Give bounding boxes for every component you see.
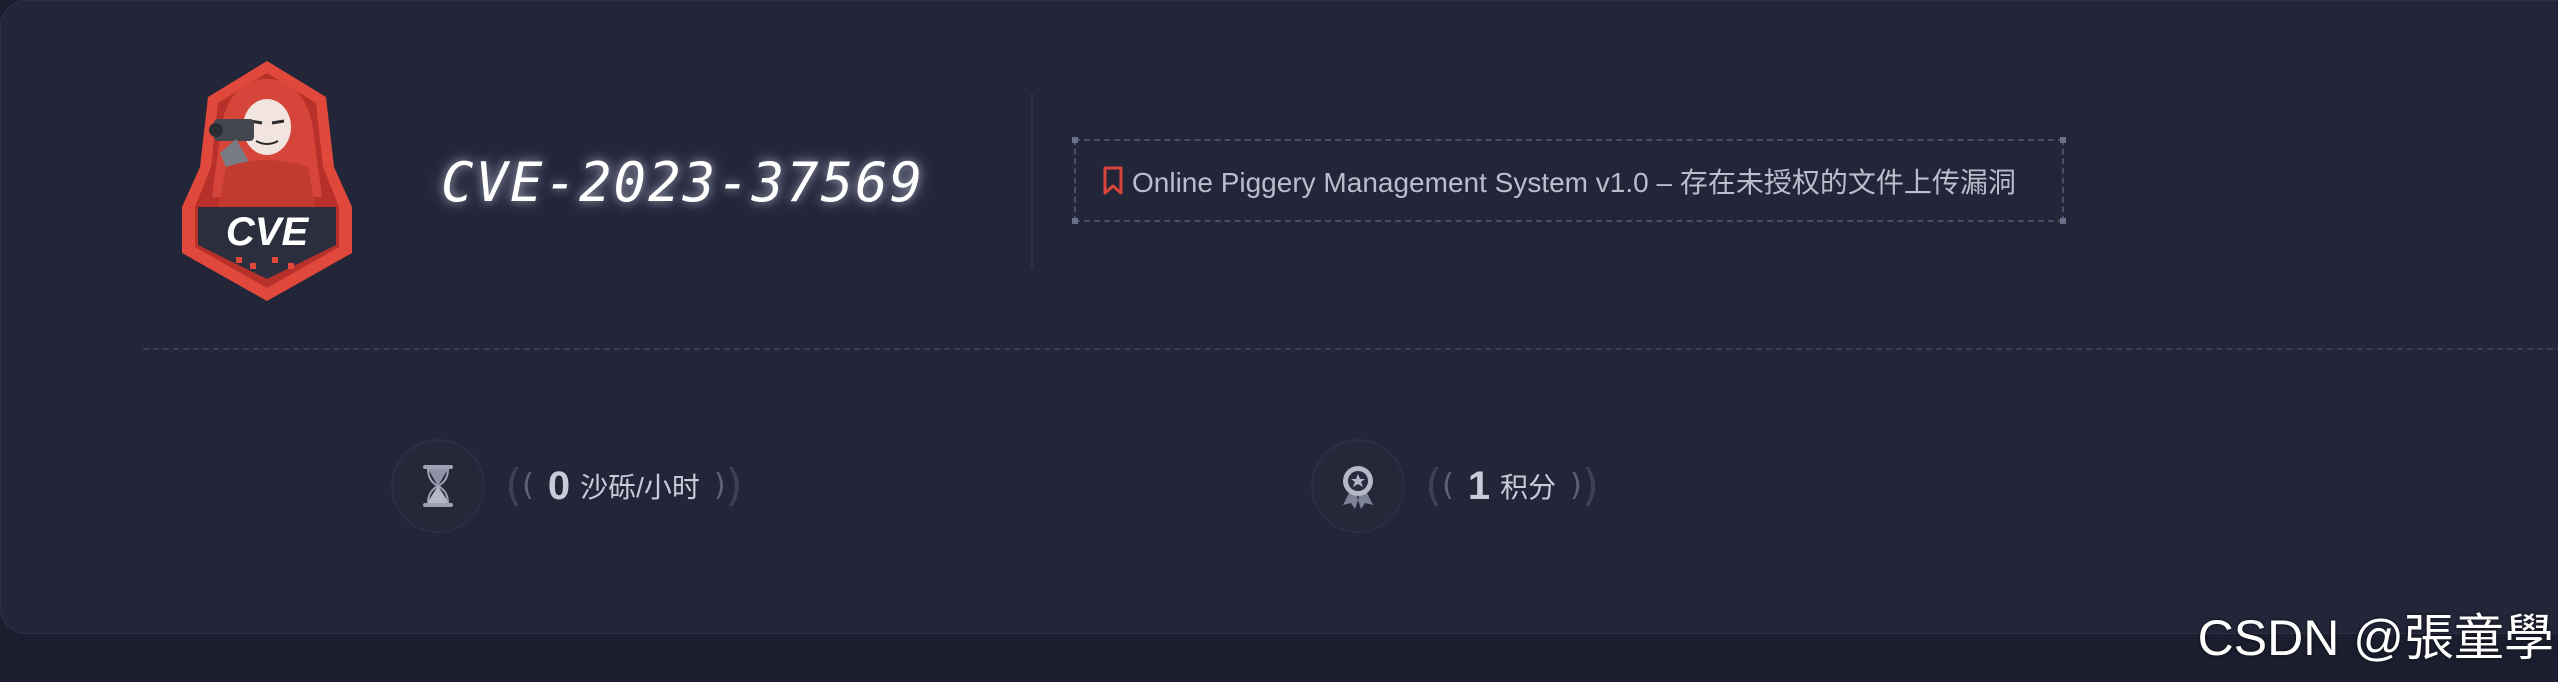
points-unit: 积分	[1500, 472, 1557, 503]
points-value: 1	[1467, 463, 1491, 508]
corner-marker	[1072, 218, 1078, 224]
bracket-open-inner: (	[1442, 468, 1454, 503]
bracket-open: (	[505, 460, 523, 511]
logo-text: CVE	[226, 210, 310, 254]
bracket-close-inner: )	[713, 468, 726, 503]
medal-icon	[1311, 439, 1405, 533]
points-stat: ( ( 1 积分 ) )	[1311, 439, 1599, 533]
bracket-open-inner: (	[522, 468, 534, 503]
sand-rate-value: 0	[547, 463, 571, 508]
csdn-watermark: CSDN @張童學	[2197, 610, 2554, 666]
bookmark-icon	[1103, 166, 1123, 194]
corner-marker	[2060, 137, 2066, 143]
sand-rate-unit: 沙砾/小时	[580, 472, 700, 503]
cve-logo: CVE	[176, 57, 358, 303]
sand-rate-stat: ( ( 0 沙砾/小时 ) )	[391, 439, 743, 533]
horizontal-divider	[143, 348, 2558, 350]
bracket-close: )	[1581, 460, 1600, 511]
hourglass-icon	[391, 439, 485, 533]
vertical-divider	[1031, 93, 1033, 269]
vulnerability-title: Online Piggery Management System v1.0 – …	[1132, 166, 2016, 198]
vulnerability-card: CVE CVE-2023-37569 Online Piggery Manage…	[0, 0, 2558, 634]
bracket-close-inner: )	[1570, 468, 1582, 503]
cve-id-title: CVE-2023-37569	[441, 151, 925, 214]
corner-marker	[2060, 218, 2066, 224]
bracket-open: (	[1425, 460, 1443, 511]
corner-marker	[1072, 137, 1078, 143]
vulnerability-title-box[interactable]: Online Piggery Management System v1.0 – …	[1072, 137, 2066, 224]
bracket-close: )	[725, 460, 743, 511]
